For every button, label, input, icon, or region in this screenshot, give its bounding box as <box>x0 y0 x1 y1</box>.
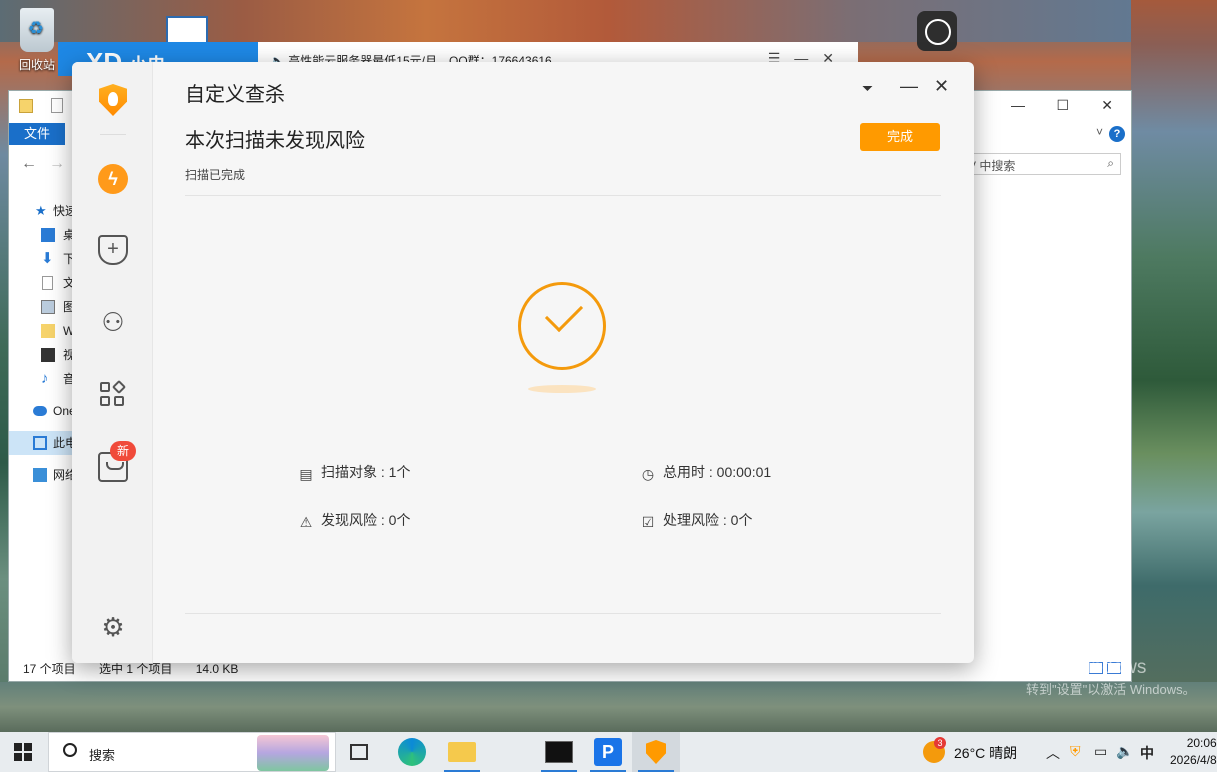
search-highlight-image <box>257 735 329 771</box>
recycle-bin[interactable]: 回收站 <box>14 8 60 73</box>
taskbar-search-box[interactable]: 搜索 <box>48 732 336 772</box>
folder-icon <box>41 324 55 338</box>
search-icon <box>63 743 77 757</box>
desktop-icon <box>41 228 55 242</box>
menu-dropdown-icon[interactable]: ⏷ <box>862 80 873 97</box>
weather-text[interactable]: 26°C 晴朗 <box>954 743 1017 763</box>
document-icon: ▤ <box>299 466 313 482</box>
taskbar: 搜索 P 3 26°C 晴朗 ︿ ⛨ ▭ 🔈 中 20:06 2026/4/8 <box>0 732 1217 772</box>
tree-item-wps[interactable]: WPS <box>9 319 79 343</box>
folder-icon <box>19 99 33 113</box>
result-headline: 本次扫描未发现风险 <box>185 130 365 152</box>
tree-item-music[interactable]: ♪音乐 <box>9 367 79 391</box>
stat-scan-objects: ▤ 扫描对象 : 1个 <box>299 464 411 482</box>
network-icon[interactable]: ▭ <box>1094 743 1107 760</box>
divider <box>185 613 941 614</box>
warning-icon: ⚠ <box>299 514 313 530</box>
wallpaper-right <box>1131 0 1217 732</box>
status-selected: 选中 1 个项目 <box>99 662 173 676</box>
tree-item-downloads[interactable]: ⬇下载 <box>9 247 79 271</box>
antivirus-taskbar-icon[interactable] <box>632 732 680 772</box>
ribbon-expand-icon[interactable]: ˅ <box>1096 125 1103 139</box>
status-size: 14.0 KB <box>195 662 239 676</box>
result-subtitle: 扫描已完成 <box>185 168 246 182</box>
star-icon: ★ <box>35 203 47 218</box>
network-icon <box>33 468 47 482</box>
apps-grid-icon[interactable] <box>98 379 128 410</box>
success-check-icon <box>518 282 606 370</box>
tree-item-desktop[interactable]: 桌面 <box>9 223 79 247</box>
tree-item-videos[interactable]: 视频 <box>9 343 79 367</box>
clock-icon: ◷ <box>641 466 655 482</box>
clock[interactable]: 20:06 2026/4/8 <box>1170 735 1217 769</box>
protection-shield-icon[interactable]: + <box>98 235 128 265</box>
tray-overflow-icon[interactable]: ︿ <box>1046 743 1060 763</box>
navigation-tree: ★快速访问 桌面 ⬇下载 文档 图片 WPS 视频 ♪音乐 OneDrive 此… <box>9 199 79 487</box>
tree-item-documents[interactable]: 文档 <box>9 271 79 295</box>
settings-gear-icon[interactable]: ⚙ <box>98 612 128 642</box>
new-badge: 新 <box>110 441 136 461</box>
windows-start-icon[interactable] <box>14 743 32 761</box>
av-logo-icon <box>99 84 127 116</box>
check-shadow <box>528 385 596 393</box>
stat-total-time: ◷ 总用时 : 00:00:01 <box>641 464 772 482</box>
ime-indicator[interactable]: 中 <box>1140 743 1154 763</box>
tray-antivirus-icon[interactable]: ⛨ <box>1070 743 1081 760</box>
weather-badge: 3 <box>934 737 946 749</box>
recycle-bin-label: 回收站 <box>18 58 55 72</box>
desktop-app-icon[interactable] <box>917 11 957 51</box>
stat-risks-handled: ☑ 处理风险 : 0个 <box>641 512 753 530</box>
quick-scan-icon[interactable]: ϟ <box>98 164 128 194</box>
av-sidebar: ϟ + ⚇ 新 ⚙ <box>72 62 153 663</box>
activation-watermark: 激活 Windows 转到"设置"以激活 Windows。 <box>1026 657 1196 697</box>
forward-arrow-icon[interactable]: → <box>49 155 65 173</box>
cloud-icon <box>33 406 47 416</box>
close-button[interactable]: ✕ <box>1101 97 1113 114</box>
search-input[interactable]: V 中搜索 ⌕ <box>961 153 1121 175</box>
help-icon[interactable]: ? <box>1109 126 1125 142</box>
edge-browser-icon[interactable] <box>398 738 426 766</box>
divider <box>185 195 941 196</box>
file-explorer-icon[interactable] <box>448 742 476 762</box>
maximize-button[interactable]: ☐ <box>1056 97 1069 114</box>
recycle-bin-icon <box>20 8 54 52</box>
p-app-icon[interactable]: P <box>594 738 622 766</box>
tree-item-onedrive[interactable]: OneDrive <box>9 399 79 423</box>
close-button[interactable]: ✕ <box>934 76 949 97</box>
back-arrow-icon[interactable]: ← <box>21 155 37 173</box>
download-icon: ⬇ <box>41 250 54 267</box>
computer-icon <box>33 436 47 450</box>
minimize-button[interactable]: — <box>900 76 918 97</box>
terminal-icon[interactable] <box>545 741 573 763</box>
antivirus-window[interactable]: ϟ + ⚇ 新 ⚙ 自定义查杀 ⏷ — ✕ 本次扫描未发现风险 扫描已完成 完成… <box>72 62 974 663</box>
volume-icon[interactable]: 🔈 <box>1116 743 1133 760</box>
picture-icon <box>41 300 55 314</box>
desktop-file-icon[interactable] <box>166 16 208 44</box>
stat-risks-found: ⚠ 发现风险 : 0个 <box>299 512 411 530</box>
tree-item-network[interactable]: 网络 <box>9 463 79 487</box>
checkbox-icon: ☑ <box>641 514 655 530</box>
task-view-icon[interactable] <box>350 744 368 760</box>
sidebar-divider <box>100 134 126 135</box>
document-icon <box>42 276 53 290</box>
done-button[interactable]: 完成 <box>860 123 940 151</box>
tree-item-this-pc[interactable]: 此电脑 <box>9 431 79 455</box>
file-tab[interactable]: 文件 <box>9 123 65 145</box>
video-icon <box>41 348 55 362</box>
search-icon: ⌕ <box>1107 156 1114 170</box>
checklist-icon[interactable] <box>51 98 63 113</box>
users-icon[interactable]: ⚇ <box>98 307 128 337</box>
minimize-button[interactable]: — <box>1011 97 1025 113</box>
status-item-count: 17 个项目 <box>23 662 76 676</box>
tree-item-quick-access[interactable]: ★快速访问 <box>9 199 79 223</box>
tree-item-pictures[interactable]: 图片 <box>9 295 79 319</box>
music-icon: ♪ <box>41 370 49 387</box>
window-title: 自定义查杀 <box>185 84 285 106</box>
